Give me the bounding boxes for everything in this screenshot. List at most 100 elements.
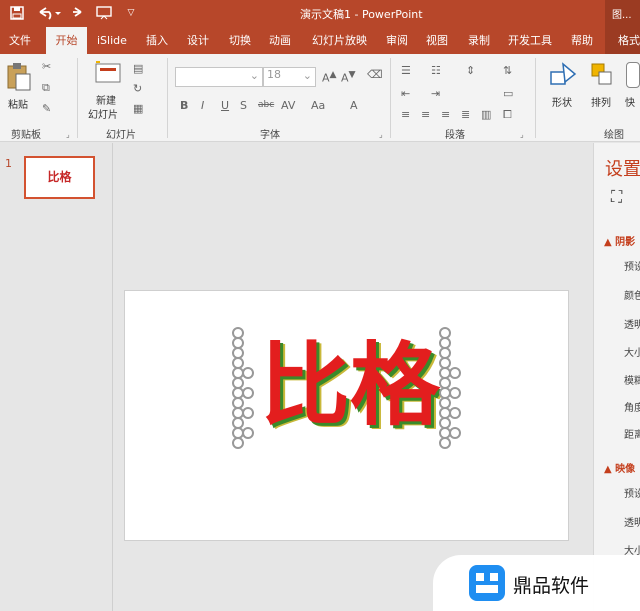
section-reflection-label: 映像 (615, 464, 636, 475)
text-direction-icon[interactable]: ⇅ (503, 64, 512, 77)
pane-item[interactable]: 透明 (624, 514, 640, 529)
paragraph-launcher-icon[interactable]: ⌟ (520, 130, 524, 139)
contextual-tab-label[interactable]: 图... (605, 0, 640, 27)
section-icon[interactable]: ▦ (133, 102, 143, 115)
strikethrough-button[interactable]: abc (258, 100, 274, 110)
layout-icon[interactable]: ▤ (133, 62, 143, 75)
pane-item[interactable]: 大小 (624, 344, 640, 359)
increase-indent-icon[interactable]: ⇥ (431, 87, 440, 100)
format-shape-pane: 设置 ⛶ ▲ 阴影 预设 颜色 透明 大小 模糊 角度 距离 ▲ 映像 预设 透… (593, 143, 640, 611)
change-case-button[interactable]: Aa (311, 99, 325, 112)
font-size-value: 18 (267, 68, 281, 81)
paste-icon[interactable] (6, 62, 32, 95)
bullets-icon[interactable]: ☰ (401, 64, 411, 77)
tab-format[interactable]: 格式 (605, 27, 640, 54)
new-slide-icon[interactable] (94, 60, 122, 89)
align-right-icon[interactable]: ≡ (441, 108, 450, 121)
copy-icon[interactable]: ⧉ (42, 81, 50, 95)
redo-icon[interactable] (68, 4, 86, 22)
font-color-button[interactable]: A (350, 99, 358, 112)
tab-home[interactable]: 开始 (46, 27, 87, 54)
pane-item[interactable]: 预设 (624, 485, 640, 500)
tab-animations[interactable]: 动画 (269, 27, 291, 54)
arrange-button[interactable]: 排列 (591, 94, 611, 109)
font-size-combo[interactable]: 18 ⌄ (263, 67, 316, 87)
ribbon-tab-bar: 文件 开始 iSlide 插入 设计 切换 动画 幻灯片放映 审阅 视图 录制 … (0, 27, 640, 54)
pane-item[interactable]: 预设 (624, 258, 640, 273)
slide-thumbnail[interactable]: 比格 (24, 156, 95, 199)
italic-button[interactable]: I (201, 99, 204, 112)
format-painter-icon[interactable]: ✎ (42, 102, 51, 115)
thumbnail-number: 1 (5, 157, 12, 170)
justify-icon[interactable]: ≣ (461, 108, 470, 121)
pane-item[interactable]: 距离 (624, 426, 640, 441)
line-spacing-icon[interactable]: ⇕ (466, 64, 475, 77)
font-launcher-icon[interactable]: ⌟ (379, 130, 383, 139)
pane-item[interactable]: 角度 (624, 399, 640, 414)
clipboard-group-label: 剪贴板 (11, 130, 41, 141)
tab-file[interactable]: 文件 (9, 27, 31, 54)
tab-review[interactable]: 审阅 (386, 27, 408, 54)
tab-insert[interactable]: 插入 (146, 27, 168, 54)
fill-bucket-icon[interactable]: ⛶ (611, 187, 622, 207)
new-slide-label-line1[interactable]: 新建 (96, 92, 116, 107)
pane-item[interactable]: 模糊 (624, 372, 640, 387)
slide-thumbnail-pane (0, 143, 113, 611)
decrease-indent-icon[interactable]: ⇤ (401, 87, 410, 100)
tab-design[interactable]: 设计 (187, 27, 209, 54)
new-slide-label-line2[interactable]: 幻灯片 (88, 106, 118, 121)
shapes-icon[interactable] (549, 62, 577, 91)
section-shadow[interactable]: ▲ 阴影 (604, 233, 635, 248)
tab-developer[interactable]: 开发工具 (508, 27, 552, 54)
character-spacing-button[interactable]: AV (281, 99, 295, 112)
align-text-icon[interactable]: ▭ (503, 87, 513, 100)
clipboard-launcher-icon[interactable]: ⌟ (66, 130, 70, 139)
underline-button[interactable]: U (221, 99, 229, 112)
tab-islide[interactable]: iSlide (97, 27, 127, 54)
reset-icon[interactable]: ↻ (133, 82, 142, 95)
shrink-font-icon[interactable]: A▼ (341, 69, 356, 85)
font-family-combo[interactable]: ⌄ (175, 67, 263, 87)
right-coil-decoration (435, 327, 465, 449)
save-icon[interactable] (6, 4, 28, 22)
clear-formatting-icon[interactable]: ⌫ (367, 68, 383, 81)
tab-record[interactable]: 录制 (468, 27, 490, 54)
ribbon-divider (77, 58, 78, 138)
tab-view[interactable]: 视图 (426, 27, 448, 54)
paragraph-group-label: 段落 (445, 130, 465, 141)
tab-help[interactable]: 帮助 (571, 27, 593, 54)
quick-styles-icon[interactable] (626, 62, 640, 88)
pane-item[interactable]: 透明 (624, 316, 640, 331)
left-coil-decoration (228, 327, 258, 449)
align-center-icon[interactable]: ≡ (421, 108, 430, 121)
present-from-start-icon[interactable] (93, 4, 115, 22)
customize-caret-icon[interactable]: ▽ (124, 4, 138, 22)
slide-title-text[interactable]: 比格 (260, 341, 440, 431)
slide-canvas[interactable]: 比格 (124, 290, 569, 541)
paste-button[interactable]: 粘贴 (8, 96, 28, 111)
shadow-button[interactable]: S (240, 99, 247, 112)
pane-item[interactable]: 颜色 (624, 287, 640, 302)
chevron-down-icon: ⌄ (249, 69, 259, 82)
ribbon-divider (390, 58, 391, 138)
cut-icon[interactable]: ✂ (42, 60, 51, 73)
tab-transitions[interactable]: 切换 (229, 27, 251, 54)
quick-styles-button[interactable]: 快 (625, 94, 635, 109)
watermark-badge: 鼎品软件 (433, 555, 640, 611)
arrange-icon[interactable] (590, 62, 614, 91)
tab-slideshow[interactable]: 幻灯片放映 (312, 27, 367, 54)
numbering-icon[interactable]: ☷ (431, 64, 441, 77)
ribbon-divider (167, 58, 168, 138)
chevron-down-icon: ⌄ (302, 69, 312, 82)
bold-button[interactable]: B (180, 99, 188, 112)
drawing-group-label: 绘图 (604, 130, 624, 141)
title-bar: ▽ 演示文稿1 - PowerPoint 图... (0, 0, 640, 27)
slides-group-label: 幻灯片 (106, 130, 136, 141)
align-left-icon[interactable]: ≡ (401, 108, 410, 121)
section-reflection[interactable]: ▲ 映像 (604, 460, 635, 475)
shapes-button[interactable]: 形状 (552, 94, 572, 109)
columns-icon[interactable]: ▥ (481, 108, 491, 121)
smartart-icon[interactable]: ⧠ (503, 108, 512, 122)
grow-font-icon[interactable]: A▲ (322, 69, 337, 85)
undo-icon[interactable] (35, 4, 63, 22)
